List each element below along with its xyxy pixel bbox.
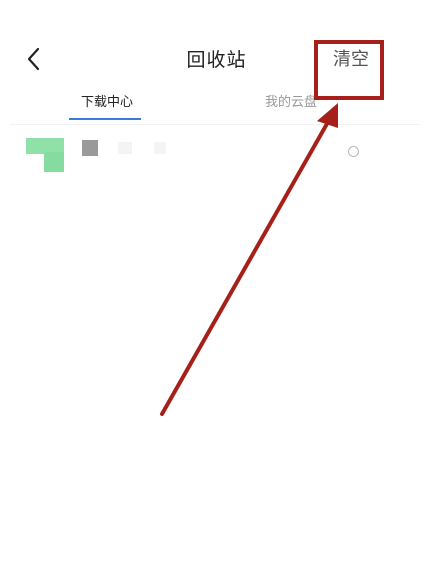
thumbnail-part-bottom [44,152,64,172]
faint-text-block [154,142,166,154]
select-radio[interactable] [348,146,359,157]
divider [10,124,420,125]
list-item[interactable] [0,126,433,186]
file-thumbnail [26,138,66,174]
file-icon [82,140,98,156]
annotation-highlight-box [314,40,384,100]
active-tab-indicator [69,118,141,120]
faint-text-block [118,142,132,154]
tab-download-center[interactable]: 下载中心 [72,92,142,114]
